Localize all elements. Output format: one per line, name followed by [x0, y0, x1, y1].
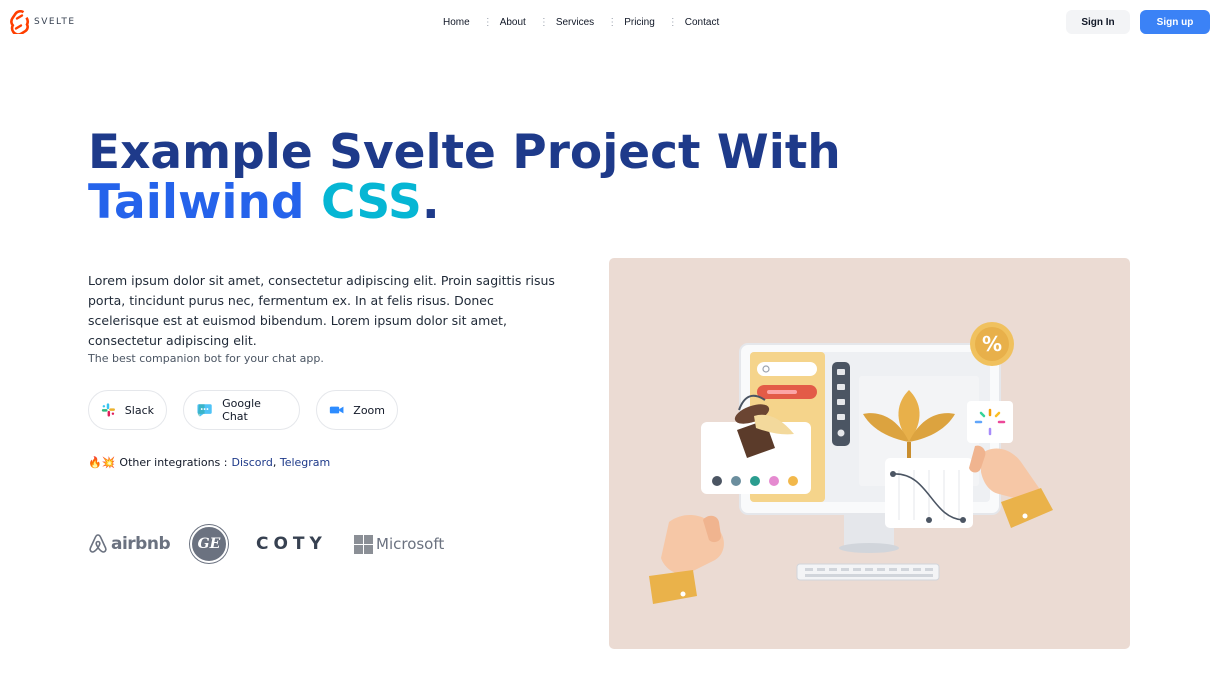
other-integrations-label: Other integrations : [119, 456, 228, 469]
discord-link[interactable]: Discord [232, 456, 273, 469]
airbnb-icon [89, 534, 107, 553]
ge-logo: GE [190, 525, 256, 563]
zoom-pill[interactable]: Zoom [316, 390, 398, 430]
hero-title-period: . [421, 175, 440, 230]
sign-up-button[interactable]: Sign up [1140, 10, 1210, 34]
google-chat-pill[interactable]: Google Chat [183, 390, 300, 430]
nav-pricing[interactable]: Pricing [611, 17, 668, 28]
svelte-logo-icon [10, 10, 30, 34]
main-nav: Home ⋮ About ⋮ Services ⋮ Pricing ⋮ Cont… [430, 17, 732, 28]
svg-text:%: % [982, 332, 1002, 356]
ge-monogram: GE [197, 536, 221, 552]
hero-title: Example Svelte Project With Tailwind CSS… [88, 128, 841, 228]
sign-in-button[interactable]: Sign In [1066, 10, 1130, 34]
microsoft-wordmark: Microsoft [376, 535, 445, 553]
slack-label: Slack [124, 403, 154, 417]
partner-logos: airbnb GE COTY Microsoft [88, 525, 444, 563]
slack-icon [101, 403, 115, 417]
nav-services[interactable]: Services [543, 17, 607, 28]
google-chat-icon [197, 404, 212, 417]
zoom-icon [329, 406, 344, 414]
airbnb-logo: airbnb [88, 533, 190, 555]
microsoft-icon [354, 534, 373, 554]
coty-logo: COTY [256, 534, 354, 554]
svelte-logo[interactable]: SVELTE [8, 10, 76, 34]
hero-title-line1: Example Svelte Project With [88, 125, 841, 180]
hero-description: Lorem ipsum dolor sit amet, consectetur … [88, 273, 555, 348]
hero-title-line2: Tailwind CSS. [88, 178, 841, 228]
other-integrations: 🔥💥 Other integrations : Discord, Telegra… [88, 456, 330, 469]
brand-name: SVELTE [34, 17, 76, 27]
zoom-label: Zoom [353, 403, 385, 417]
telegram-link[interactable]: Telegram [280, 456, 330, 469]
link-separator: , [272, 456, 277, 469]
google-chat-label: Google Chat [222, 397, 261, 423]
desktop-design-illustration: % [649, 322, 1053, 604]
nav-contact[interactable]: Contact [672, 17, 732, 28]
coty-wordmark: COTY [256, 534, 327, 554]
airbnb-wordmark: airbnb [111, 534, 171, 554]
hero-title-tailwind: Tailwind [88, 175, 305, 230]
hero-illustration: % [609, 258, 1130, 649]
slack-pill[interactable]: Slack [88, 390, 167, 430]
integration-pills: Slack Google Chat Zoom [88, 390, 398, 430]
hero-tagline: The best companion bot for your chat app… [88, 352, 324, 365]
hero-title-css: CSS [320, 175, 422, 230]
microsoft-logo: Microsoft [354, 534, 445, 554]
nav-home[interactable]: Home [430, 17, 483, 28]
fire-emoji: 🔥💥 [88, 456, 116, 469]
nav-about[interactable]: About [487, 17, 539, 28]
